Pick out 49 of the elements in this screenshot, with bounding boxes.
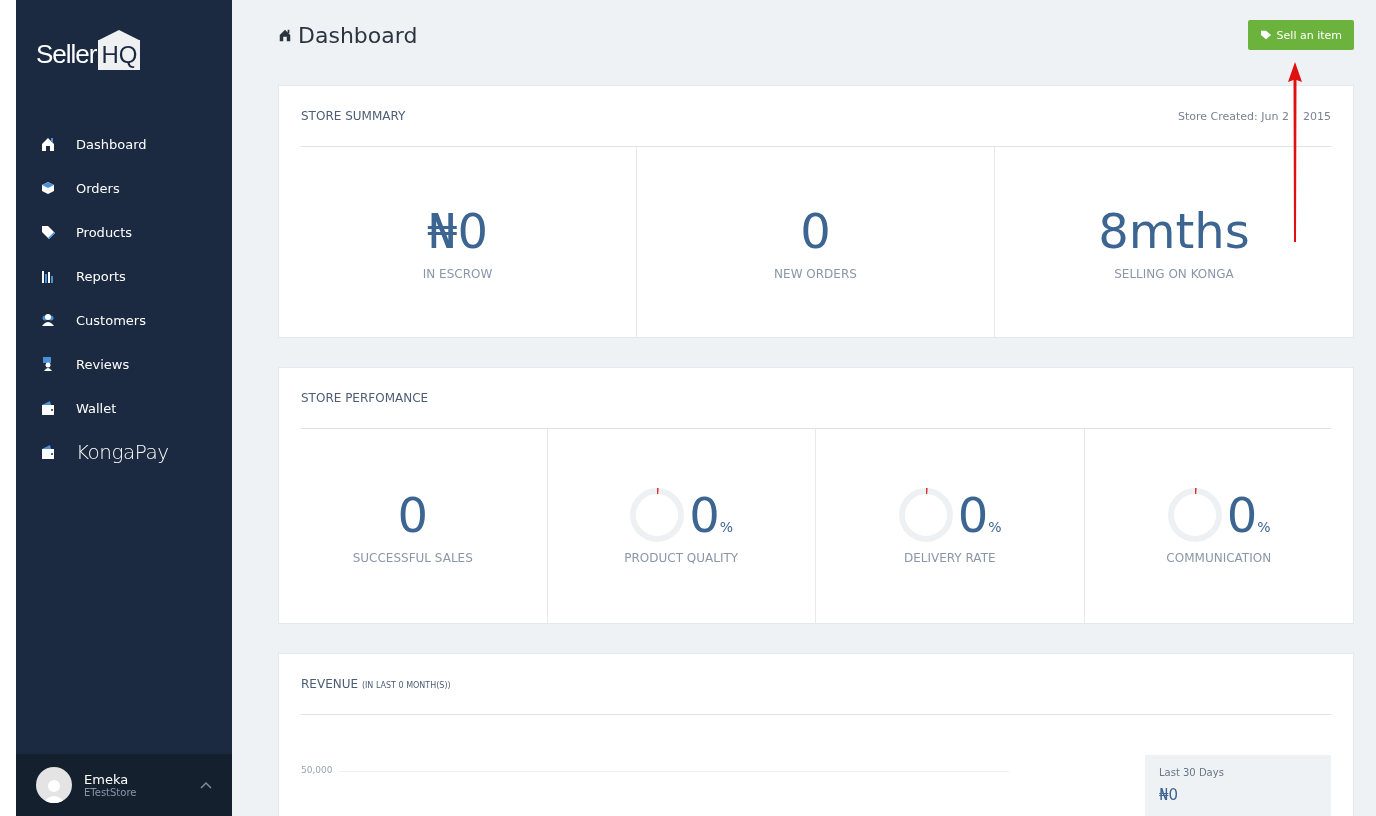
sidebar-item[interactable]: KongaPay	[16, 430, 232, 474]
stat-label: PRODUCT QUALITY	[624, 551, 739, 565]
wallet-icon	[40, 444, 56, 460]
stat-label: SELLING ON KONGA	[1114, 267, 1234, 281]
sidebar-item[interactable]: Orders	[16, 166, 232, 210]
users-icon	[40, 312, 56, 328]
period-label: Last 30 Days	[1159, 767, 1225, 778]
stat-value: 8mths	[1098, 203, 1250, 259]
progress-ring	[897, 487, 954, 543]
box-icon	[40, 180, 56, 196]
period-value: ₦0	[1159, 786, 1180, 804]
stat-label: IN ESCROW	[422, 267, 493, 281]
sidebar-item[interactable]: Reports	[16, 254, 232, 298]
sidebar-item[interactable]: Products	[16, 210, 232, 254]
bar-chart-icon	[40, 268, 56, 284]
card-title: REVENUE (IN LAST 0 MONTH(S))	[301, 677, 451, 691]
sidebar-item[interactable]: Wallet	[16, 386, 232, 430]
sidebar-item[interactable]: Reviews	[16, 342, 232, 386]
stat-label: DELIVERY RATE	[903, 551, 996, 565]
page-title: Dashboard	[298, 22, 418, 48]
stat-label: NEW ORDERS	[774, 267, 857, 281]
chevron-up-icon[interactable]	[200, 781, 212, 789]
progress-ring	[1166, 487, 1223, 543]
stat-value: 0%	[689, 487, 734, 543]
sidebar-item[interactable]: Customers	[16, 298, 232, 342]
avatar	[36, 767, 72, 803]
store-name: ETestStore	[84, 787, 138, 798]
tag-icon	[1259, 30, 1272, 40]
sidebar-item[interactable]: Dashboard	[16, 122, 232, 166]
stat-value: 0	[800, 203, 831, 259]
user-name: Emeka	[84, 772, 130, 787]
user-panel[interactable]: Emeka ETestStore	[16, 754, 232, 816]
progress-ring	[629, 487, 686, 543]
home-icon	[278, 28, 292, 42]
stat-label: SUCCESSFUL SALES	[352, 551, 473, 565]
sellerhq-logo[interactable]: Seller HQ	[16, 0, 232, 70]
axis-tick-label: 50,000	[301, 765, 333, 775]
stat-value: 0%	[1226, 487, 1271, 543]
store-created-date: 2015	[1303, 109, 1331, 123]
store-created-date: Store Created: Jun 2	[1178, 109, 1289, 123]
stat-label: COMMUNICATION	[1166, 551, 1272, 565]
stat-value: ₦0	[426, 203, 489, 259]
card-title: STORE SUMMARY	[301, 109, 406, 123]
wallet-icon	[40, 400, 56, 416]
home-icon	[40, 136, 56, 152]
tag-icon	[40, 224, 56, 240]
card-title: STORE PERFOMANCE	[301, 391, 429, 405]
stat-value: 0%	[957, 487, 1002, 543]
stat-value: 0	[397, 487, 428, 543]
